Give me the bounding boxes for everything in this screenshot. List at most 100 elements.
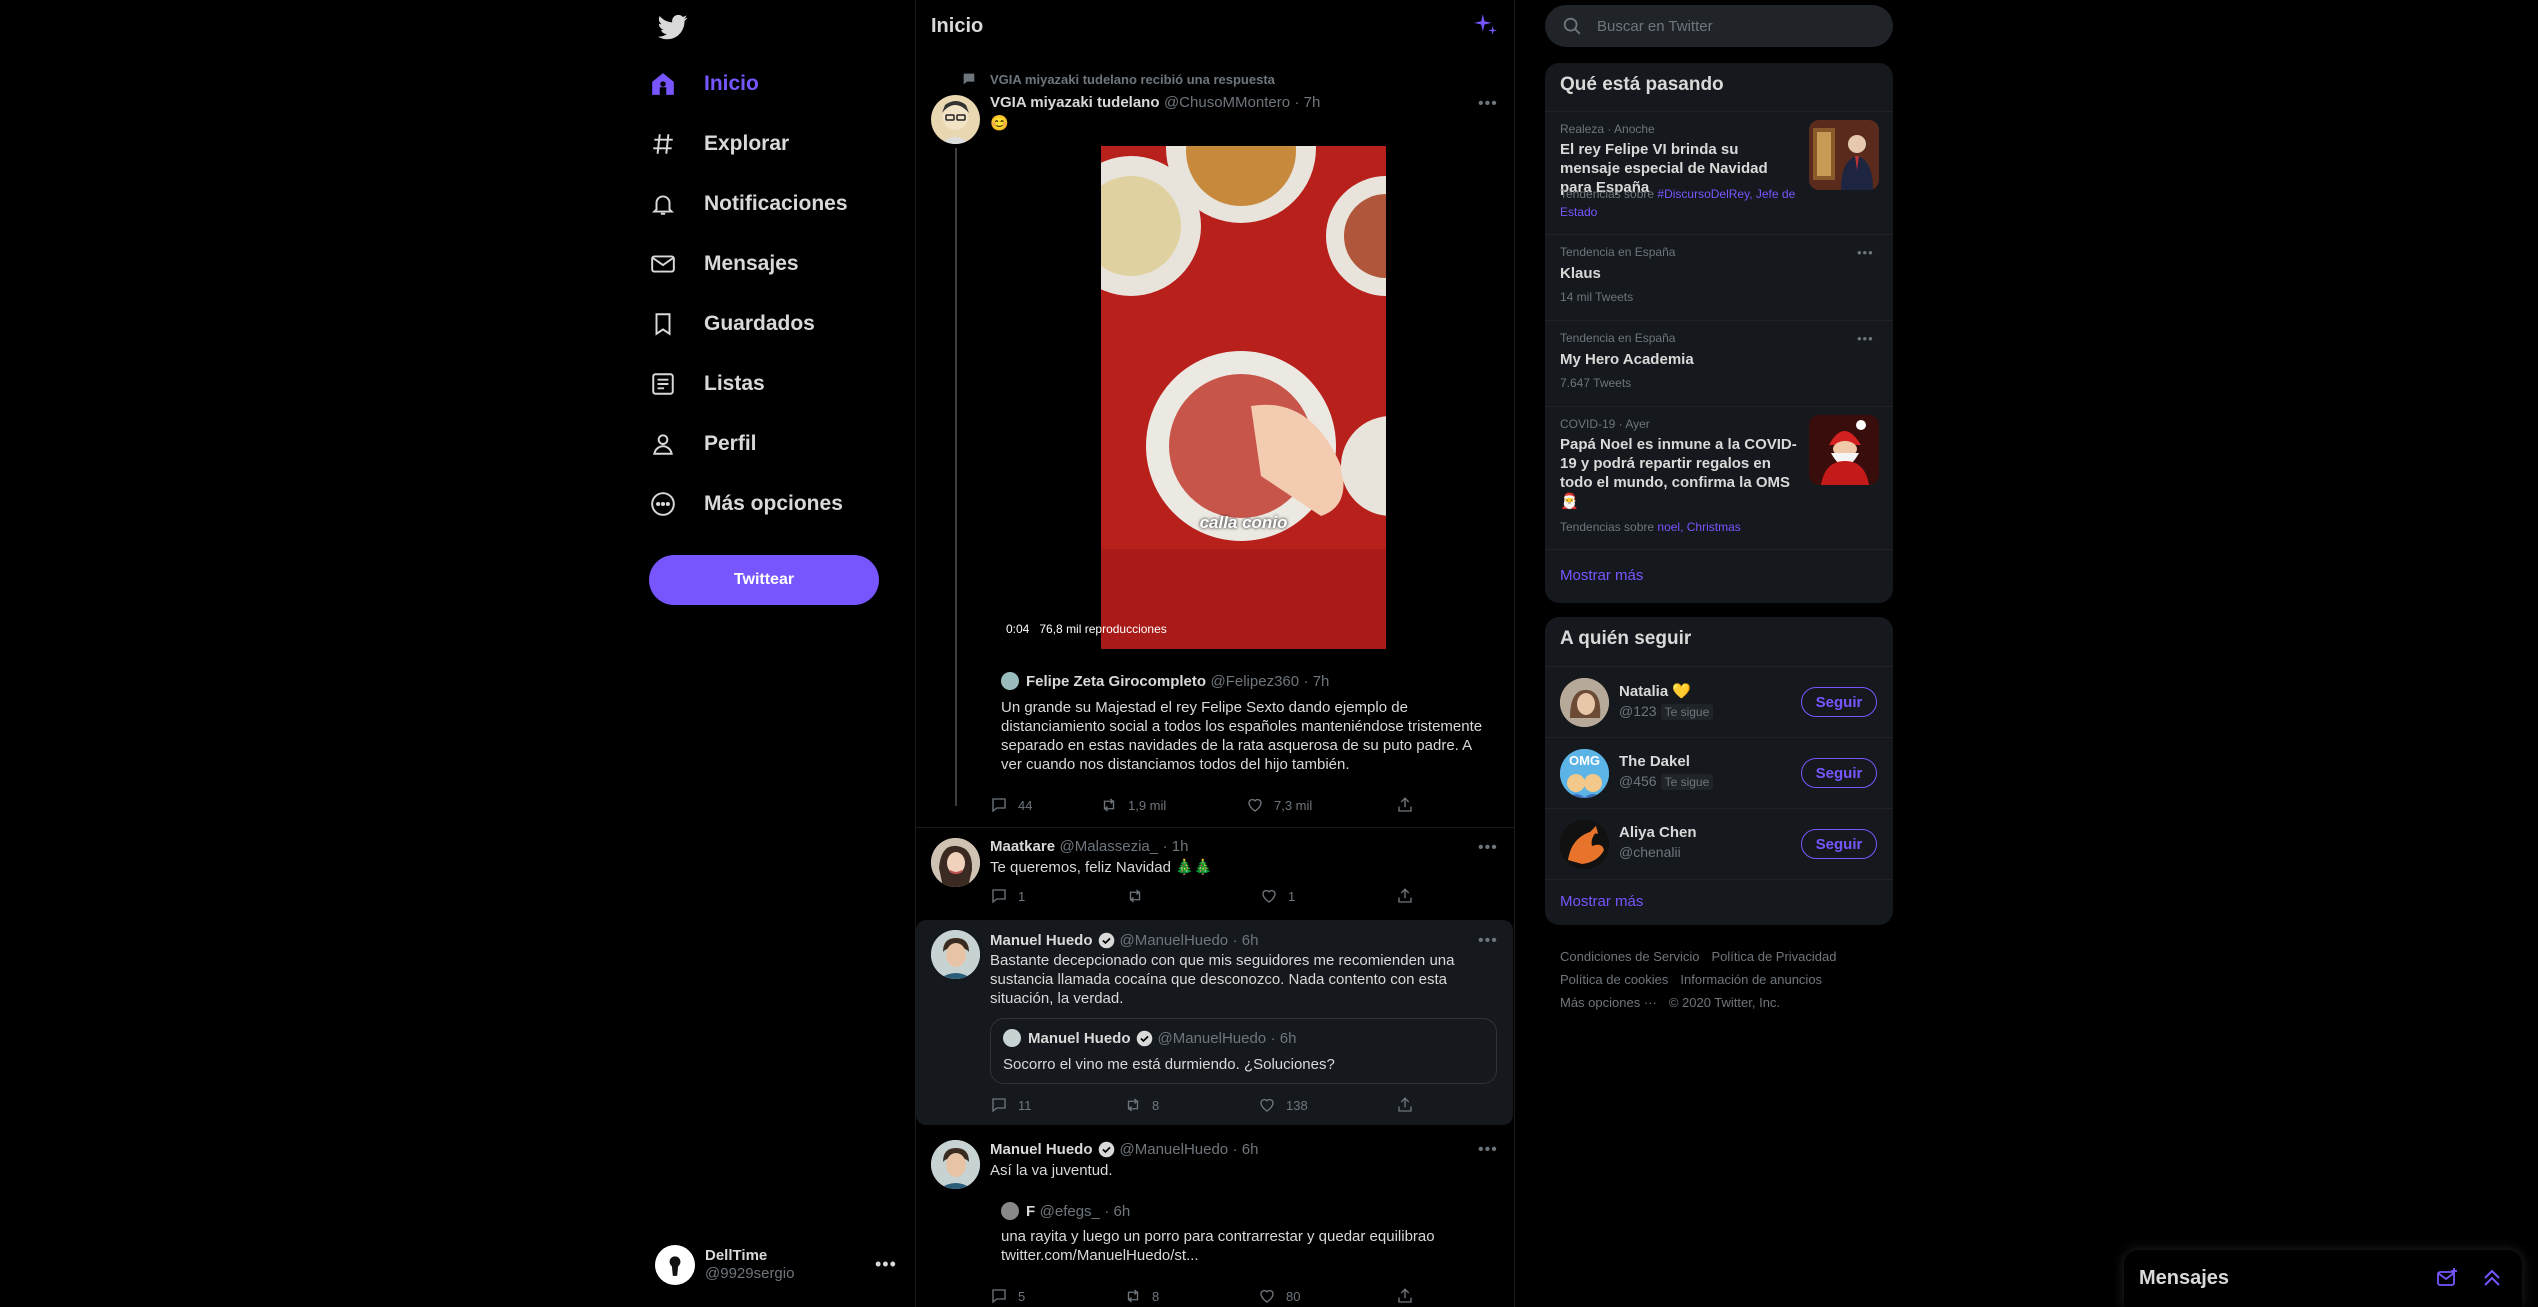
- who-to-follow-title: A quién seguir: [1560, 628, 1692, 649]
- follow-user-row[interactable]: Aliya Chen @chenalii Seguir: [1545, 808, 1893, 879]
- tweet-more-icon[interactable]: •••: [1478, 1141, 1498, 1159]
- avatar[interactable]: [931, 1140, 980, 1189]
- retweet-button[interactable]: 8: [1124, 1096, 1258, 1114]
- footer-link-privacy[interactable]: Política de Privacidad: [1711, 949, 1836, 964]
- like-button[interactable]: 1: [1260, 887, 1396, 905]
- trend-subtitle: Tendencias sobre #DiscursoDelRey, Jefe d…: [1560, 187, 1796, 219]
- like-button[interactable]: 7,3 mil: [1246, 796, 1396, 814]
- reply-button[interactable]: 44: [990, 796, 1100, 814]
- search-input[interactable]: Buscar en Twitter: [1597, 18, 1713, 35]
- nav-item-explorar[interactable]: Explorar: [650, 118, 789, 170]
- follow-user-row[interactable]: OMG The Dakel @456 Te sigue Seguir: [1545, 737, 1893, 808]
- tweet-time[interactable]: · 7h: [1295, 94, 1321, 111]
- quoted-author-name: F: [1026, 1202, 1036, 1220]
- tweet-author-handle[interactable]: @ChusoMMontero: [1164, 94, 1290, 111]
- reply-bubble-icon: [963, 73, 975, 85]
- share-button[interactable]: [1396, 1096, 1414, 1114]
- nav-item-mensajes[interactable]: Mensajes: [650, 238, 799, 290]
- trend-more-icon[interactable]: •••: [1857, 331, 1874, 346]
- tweet-time[interactable]: · 6h: [1233, 932, 1259, 949]
- twitter-logo-icon[interactable]: [655, 12, 691, 42]
- tweet-time[interactable]: · 6h: [1233, 1141, 1259, 1158]
- nav-item-listas[interactable]: Listas: [650, 358, 765, 410]
- tweet-time[interactable]: · 1h: [1163, 838, 1189, 855]
- quoted-tweet[interactable]: Manuel Huedo @ManuelHuedo · 6h Socorro e…: [990, 1018, 1497, 1084]
- share-button[interactable]: [1396, 887, 1414, 905]
- quoted-tweet-header[interactable]: Felipe Zeta Girocompleto @Felipez360 · 7…: [1001, 672, 1329, 690]
- follow-button[interactable]: Seguir: [1801, 829, 1877, 859]
- tweet-button[interactable]: Twittear: [649, 555, 879, 605]
- footer-link-terms[interactable]: Condiciones de Servicio: [1560, 949, 1699, 964]
- nav-item-notificaciones[interactable]: Notificaciones: [650, 178, 848, 230]
- retweet-button[interactable]: 1,9 mil: [1100, 796, 1246, 814]
- trend-item[interactable]: Tendencia en España My Hero Academia 7.6…: [1545, 320, 1893, 406]
- verified-badge-icon: [1098, 932, 1114, 948]
- share-button[interactable]: [1396, 796, 1414, 814]
- tweet-more-icon[interactable]: •••: [1478, 95, 1498, 113]
- like-button[interactable]: 80: [1258, 1287, 1396, 1305]
- share-icon: [1398, 1097, 1412, 1112]
- follow-show-more[interactable]: Mostrar más: [1545, 879, 1893, 925]
- tweet-author-name[interactable]: Manuel Huedo: [990, 1141, 1093, 1158]
- tweet-author-name[interactable]: Manuel Huedo: [990, 932, 1093, 949]
- search-box[interactable]: Buscar en Twitter: [1545, 5, 1893, 47]
- keyhole-icon: [669, 1256, 681, 1276]
- reply-button[interactable]: 11: [990, 1096, 1124, 1114]
- avatar[interactable]: [931, 930, 980, 979]
- bell-icon: [650, 188, 694, 220]
- new-message-icon[interactable]: [2436, 1266, 2460, 1290]
- video-stats: 0:04 76,8 mil reproducciones: [1006, 622, 1167, 636]
- sparkle-icon[interactable]: [1472, 12, 1498, 38]
- footer-link-cookies[interactable]: Política de cookies: [1560, 972, 1668, 987]
- follow-button[interactable]: Seguir: [1801, 758, 1877, 788]
- trend-item[interactable]: COVID-19 · Ayer Papá Noel es inmune a la…: [1545, 406, 1893, 549]
- trend-title: My Hero Academia: [1560, 351, 1694, 368]
- trends-show-more[interactable]: Mostrar más: [1545, 549, 1893, 603]
- tweet-more-icon[interactable]: •••: [1478, 839, 1498, 857]
- tweet-author-handle[interactable]: @Malassezia_: [1060, 838, 1159, 855]
- tweet-author-handle[interactable]: @ManuelHuedo: [1120, 932, 1229, 949]
- more-dots-icon[interactable]: •••: [875, 1254, 897, 1275]
- reply-button[interactable]: 1: [990, 887, 1126, 905]
- tweet-more-icon[interactable]: •••: [1478, 932, 1498, 950]
- quoted-author-name: Felipe Zeta Girocompleto: [1026, 672, 1207, 690]
- nav-item-guardados[interactable]: Guardados: [650, 298, 815, 350]
- video-player[interactable]: calla conio 0:04 76,8 mil reproducciones: [990, 146, 1485, 649]
- tweet-author-name[interactable]: VGIA miyazaki tudelano: [990, 94, 1160, 111]
- tweet-context[interactable]: VGIA miyazaki tudelano recibió una respu…: [990, 72, 1275, 87]
- trend-related-links[interactable]: noel, Christmas: [1657, 520, 1740, 534]
- like-button[interactable]: 138: [1258, 1096, 1396, 1114]
- messages-drawer[interactable]: Mensajes: [2124, 1250, 2522, 1307]
- reply-button[interactable]: 5: [990, 1287, 1124, 1305]
- nav-item-mas-opciones[interactable]: Más opciones: [650, 478, 843, 530]
- footer-link-more[interactable]: Más opciones ···: [1560, 995, 1657, 1010]
- user-icon: [650, 428, 694, 460]
- tweet-author-name[interactable]: Maatkare: [990, 838, 1055, 855]
- tweet-text: Bastante decepcionado con que mis seguid…: [990, 952, 1455, 1007]
- trend-item[interactable]: Realeza · Anoche El rey Felipe VI brinda…: [1545, 111, 1893, 234]
- footer-links: Condiciones de Servicio Política de Priva…: [1560, 945, 1890, 1014]
- retweet-button[interactable]: 8: [1124, 1287, 1258, 1305]
- tweet-author-handle[interactable]: @ManuelHuedo: [1120, 1141, 1229, 1158]
- retweet-icon: [1103, 798, 1115, 812]
- share-button[interactable]: [1396, 1287, 1414, 1305]
- heart-icon: [1248, 798, 1262, 812]
- trend-meta: COVID-19 · Ayer: [1560, 417, 1650, 431]
- follow-user-row[interactable]: Natalia 💛 @123 Te sigue Seguir: [1545, 666, 1893, 737]
- nav-item-inicio[interactable]: Inicio: [650, 58, 759, 110]
- quoted-tweet-header[interactable]: F @efegs_ · 6h: [1001, 1202, 1130, 1220]
- nav-label: Explorar: [704, 132, 790, 155]
- retweet-button[interactable]: [1126, 887, 1260, 905]
- trend-title: Papá Noel es inmune a la COVID-19 y podr…: [1560, 436, 1797, 510]
- footer-link-ads[interactable]: Información de anuncios: [1680, 972, 1822, 987]
- follow-button[interactable]: Seguir: [1801, 687, 1877, 717]
- who-to-follow-panel: A quién seguir Natalia 💛 @123 Te sigue Se…: [1545, 617, 1893, 925]
- follow-user-handle: @123: [1619, 703, 1657, 719]
- chevron-up-double-icon[interactable]: [2480, 1266, 2504, 1290]
- account-switcher[interactable]: DellTime @9929sergio •••: [655, 1240, 897, 1290]
- trend-item[interactable]: Tendencia en España Klaus 14 mil Tweets …: [1545, 234, 1893, 320]
- avatar[interactable]: [931, 95, 980, 144]
- nav-item-perfil[interactable]: Perfil: [650, 418, 757, 470]
- trend-more-icon[interactable]: •••: [1857, 245, 1874, 260]
- avatar[interactable]: [931, 838, 980, 887]
